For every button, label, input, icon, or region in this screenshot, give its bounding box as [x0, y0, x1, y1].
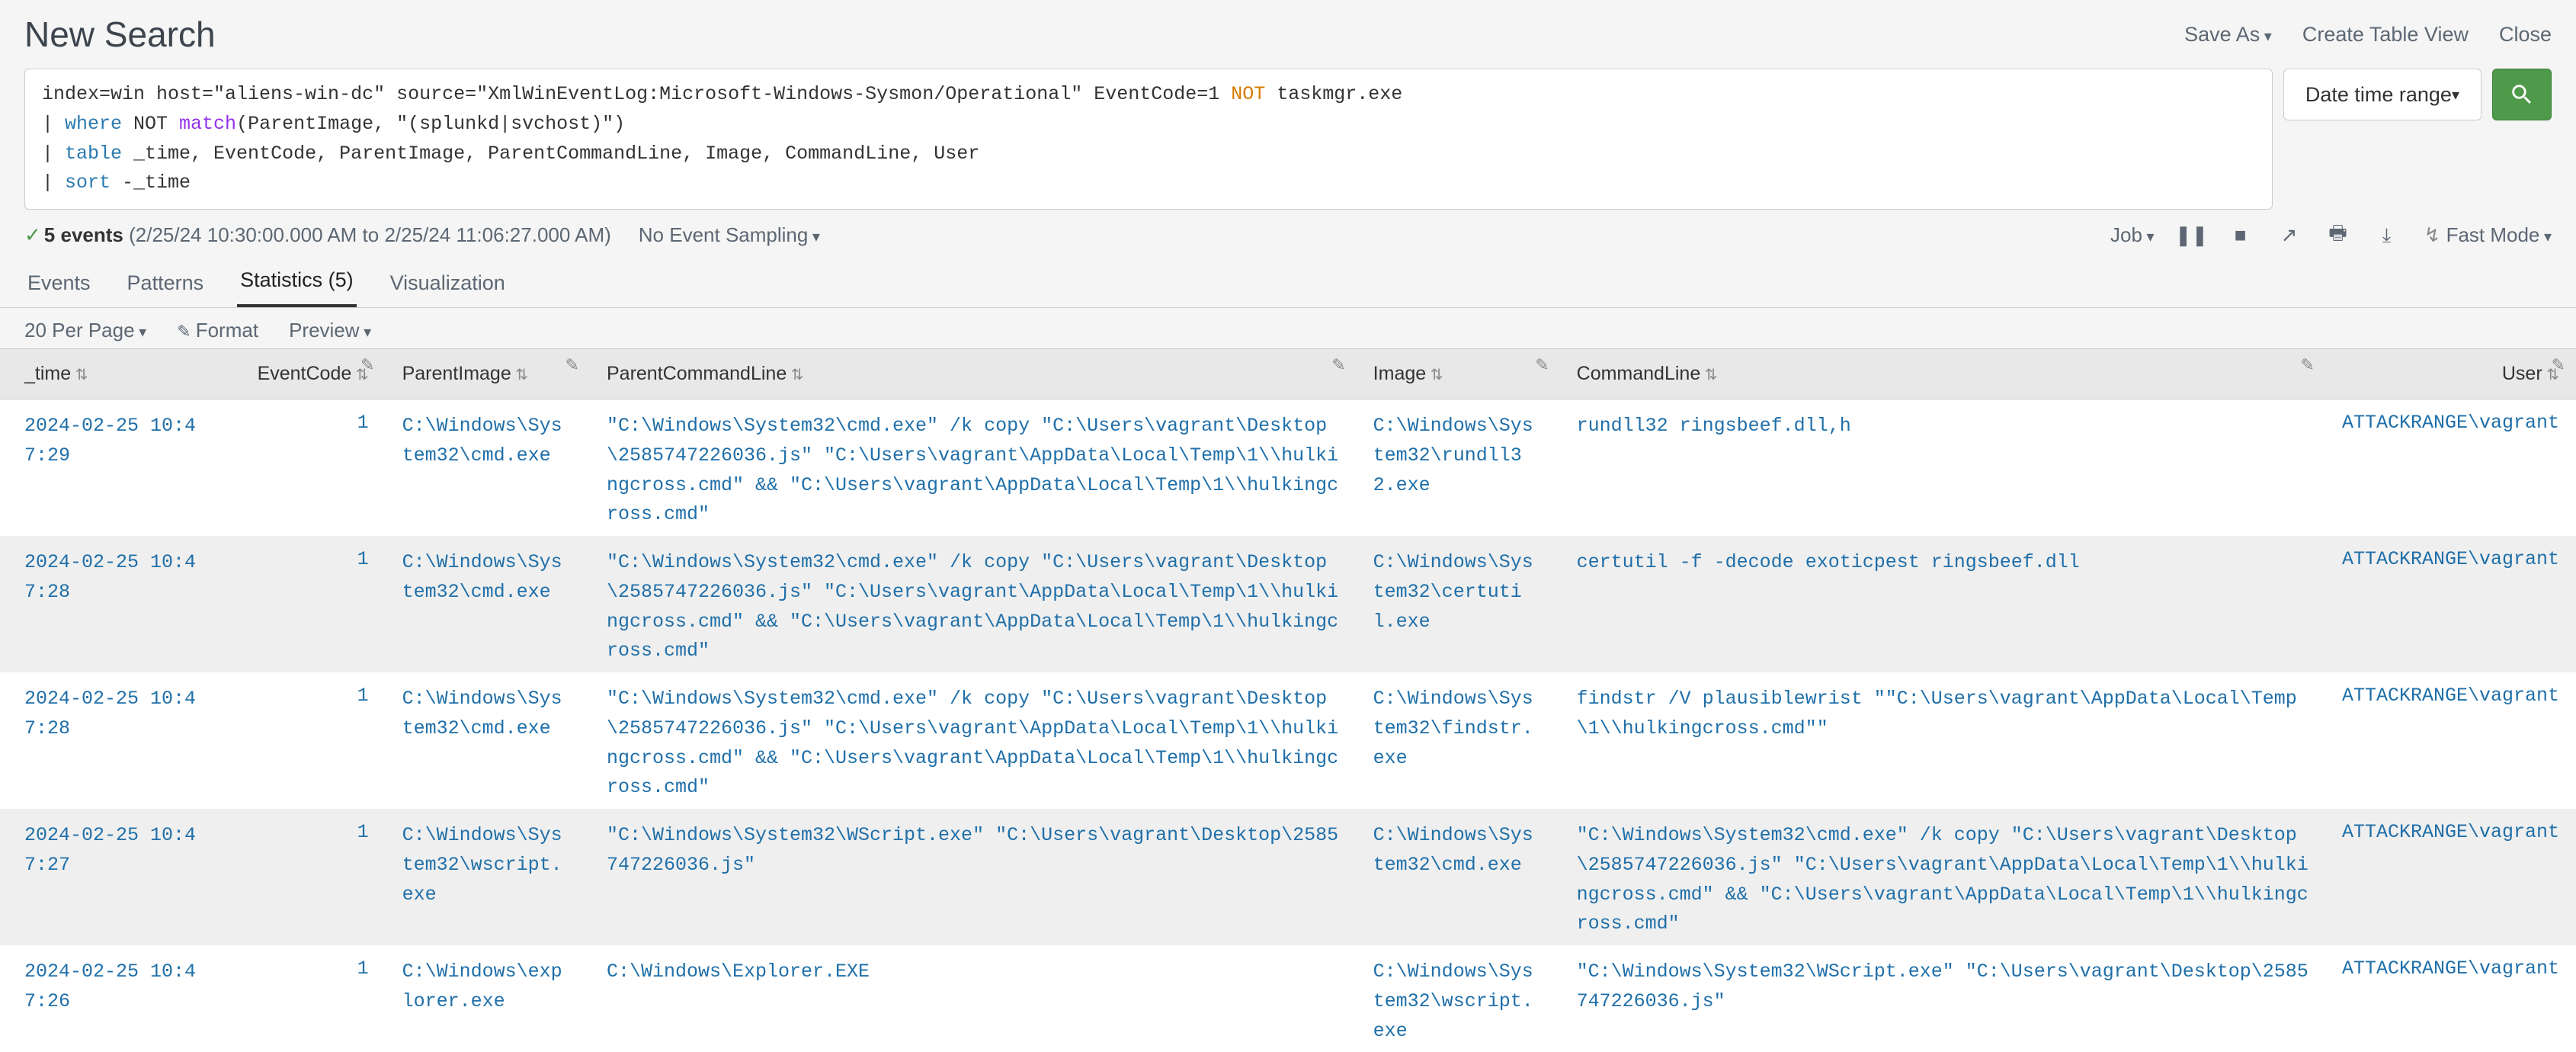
results-table: _time ✎EventCode ParentImage✎ ParentComm…	[0, 348, 2576, 1052]
status-right: Job ❚❚ ■ ↗ 🖶 ⤓ Fast Mode	[2110, 223, 2552, 247]
pencil-icon[interactable]: ✎	[2300, 355, 2314, 375]
search-icon	[2509, 82, 2535, 107]
cell-time[interactable]: 2024-02-25 10:47:29	[0, 399, 226, 537]
check-icon: ✓	[24, 223, 41, 246]
cell-parentcommandline[interactable]: "C:\Windows\System32\cmd.exe" /k copy "C…	[590, 536, 1357, 672]
col-user[interactable]: User✎	[2325, 349, 2576, 399]
page-actions: Save As Create Table View Close	[2184, 23, 2552, 47]
col-image[interactable]: Image✎	[1357, 349, 1560, 399]
search-button[interactable]	[2492, 69, 2552, 120]
table-header-row: _time ✎EventCode ParentImage✎ ParentComm…	[0, 349, 2576, 399]
preview-menu[interactable]: Preview	[289, 319, 371, 342]
title-bar: New Search Save As Create Table View Clo…	[0, 0, 2576, 69]
cell-parentcommandline[interactable]: "C:\Windows\System32\cmd.exe" /k copy "C…	[590, 399, 1357, 537]
status-left: ✓5 events (2/25/24 10:30:00.000 AM to 2/…	[24, 223, 820, 247]
query-line-4: | sort -_time	[42, 168, 2255, 198]
table-row: 2024-02-25 10:47:281C:\Windows\System32\…	[0, 536, 2576, 672]
cell-eventcode[interactable]: 1	[226, 536, 385, 672]
cell-time[interactable]: 2024-02-25 10:47:28	[0, 672, 226, 809]
cell-parentimage[interactable]: C:\Windows\System32\cmd.exe	[386, 536, 590, 672]
col-eventcode[interactable]: ✎EventCode	[226, 349, 385, 399]
cell-parentimage[interactable]: C:\Windows\explorer.exe	[386, 945, 590, 1052]
cell-time[interactable]: 2024-02-25 10:47:28	[0, 536, 226, 672]
share-icon[interactable]: ↗	[2278, 224, 2301, 247]
cell-parentcommandline[interactable]: C:\Windows\Explorer.EXE	[590, 945, 1357, 1052]
page-title: New Search	[24, 14, 216, 55]
col-time[interactable]: _time	[0, 349, 226, 399]
cell-image[interactable]: C:\Windows\System32\cmd.exe	[1357, 809, 1560, 945]
pencil-icon[interactable]: ✎	[1331, 355, 1345, 375]
tab-events[interactable]: Events	[24, 259, 94, 307]
export-icon[interactable]: ⤓	[2376, 224, 2398, 247]
cell-parentimage[interactable]: C:\Windows\System32\wscript.exe	[386, 809, 590, 945]
stop-icon[interactable]: ■	[2229, 224, 2252, 247]
time-range-picker[interactable]: Date time range	[2283, 69, 2481, 120]
cell-parentcommandline[interactable]: "C:\Windows\System32\cmd.exe" /k copy "C…	[590, 672, 1357, 809]
cell-user[interactable]: ATTACKRANGE\vagrant	[2325, 945, 2576, 1052]
cell-parentimage[interactable]: C:\Windows\System32\cmd.exe	[386, 672, 590, 809]
col-parentimage[interactable]: ParentImage✎	[386, 349, 590, 399]
cell-image[interactable]: C:\Windows\System32\rundll32.exe	[1357, 399, 1560, 537]
pencil-icon[interactable]: ✎	[566, 355, 579, 375]
pencil-icon[interactable]: ✎	[360, 355, 374, 375]
pause-icon[interactable]: ❚❚	[2180, 224, 2203, 247]
tab-patterns[interactable]: Patterns	[124, 259, 207, 307]
cell-user[interactable]: ATTACKRANGE\vagrant	[2325, 536, 2576, 672]
query-line-2: | where NOT match(ParentImage, "(splunkd…	[42, 110, 2255, 140]
tab-visualization[interactable]: Visualization	[387, 259, 508, 307]
close-link[interactable]: Close	[2499, 23, 2552, 47]
cell-commandline[interactable]: rundll32 ringsbeef.dll,h	[1560, 399, 2325, 537]
table-body: 2024-02-25 10:47:291C:\Windows\System32\…	[0, 399, 2576, 1052]
col-parentcommandline[interactable]: ParentCommandLine✎	[590, 349, 1357, 399]
cell-eventcode[interactable]: 1	[226, 672, 385, 809]
table-toolbar: 20 Per Page Format Preview	[0, 308, 2576, 348]
pencil-icon[interactable]: ✎	[2552, 355, 2565, 375]
cell-eventcode[interactable]: 1	[226, 945, 385, 1052]
table-row: 2024-02-25 10:47:281C:\Windows\System32\…	[0, 672, 2576, 809]
search-query-editor[interactable]: index=win host="aliens-win-dc" source="X…	[24, 69, 2273, 210]
cell-image[interactable]: C:\Windows\System32\wscript.exe	[1357, 945, 1560, 1052]
event-count: ✓5 events (2/25/24 10:30:00.000 AM to 2/…	[24, 223, 611, 247]
save-as-menu[interactable]: Save As	[2184, 23, 2272, 47]
search-mode-menu[interactable]: Fast Mode	[2424, 223, 2552, 247]
tab-statistics[interactable]: Statistics (5)	[237, 256, 357, 307]
query-line-1: index=win host="aliens-win-dc" source="X…	[42, 80, 2255, 110]
cell-parentcommandline[interactable]: "C:\Windows\System32\WScript.exe" "C:\Us…	[590, 809, 1357, 945]
cell-commandline[interactable]: findstr /V plausiblewrist ""C:\Users\vag…	[1560, 672, 2325, 809]
cell-user[interactable]: ATTACKRANGE\vagrant	[2325, 399, 2576, 537]
result-tabs: Events Patterns Statistics (5) Visualiza…	[0, 256, 2576, 308]
pencil-icon[interactable]: ✎	[1535, 355, 1549, 375]
cell-parentimage[interactable]: C:\Windows\System32\cmd.exe	[386, 399, 590, 537]
cell-time[interactable]: 2024-02-25 10:47:27	[0, 809, 226, 945]
cell-time[interactable]: 2024-02-25 10:47:26	[0, 945, 226, 1052]
format-menu[interactable]: Format	[177, 319, 258, 342]
create-table-view-link[interactable]: Create Table View	[2302, 23, 2469, 47]
cell-user[interactable]: ATTACKRANGE\vagrant	[2325, 809, 2576, 945]
col-commandline[interactable]: CommandLine✎	[1560, 349, 2325, 399]
query-line-3: | table _time, EventCode, ParentImage, P…	[42, 140, 2255, 169]
cell-commandline[interactable]: "C:\Windows\System32\WScript.exe" "C:\Us…	[1560, 945, 2325, 1052]
cell-image[interactable]: C:\Windows\System32\certutil.exe	[1357, 536, 1560, 672]
cell-eventcode[interactable]: 1	[226, 399, 385, 537]
cell-user[interactable]: ATTACKRANGE\vagrant	[2325, 672, 2576, 809]
event-sampling-menu[interactable]: No Event Sampling	[639, 223, 820, 247]
table-row: 2024-02-25 10:47:291C:\Windows\System32\…	[0, 399, 2576, 537]
cell-commandline[interactable]: certutil -f -decode exoticpest ringsbeef…	[1560, 536, 2325, 672]
table-row: 2024-02-25 10:47:271C:\Windows\System32\…	[0, 809, 2576, 945]
cell-image[interactable]: C:\Windows\System32\findstr.exe	[1357, 672, 1560, 809]
cell-eventcode[interactable]: 1	[226, 809, 385, 945]
per-page-menu[interactable]: 20 Per Page	[24, 319, 146, 342]
job-menu[interactable]: Job	[2110, 223, 2155, 247]
status-bar: ✓5 events (2/25/24 10:30:00.000 AM to 2/…	[0, 210, 2576, 256]
table-row: 2024-02-25 10:47:261C:\Windows\explorer.…	[0, 945, 2576, 1052]
print-icon[interactable]: 🖶	[2327, 224, 2350, 247]
search-row: index=win host="aliens-win-dc" source="X…	[0, 69, 2576, 210]
cell-commandline[interactable]: "C:\Windows\System32\cmd.exe" /k copy "C…	[1560, 809, 2325, 945]
